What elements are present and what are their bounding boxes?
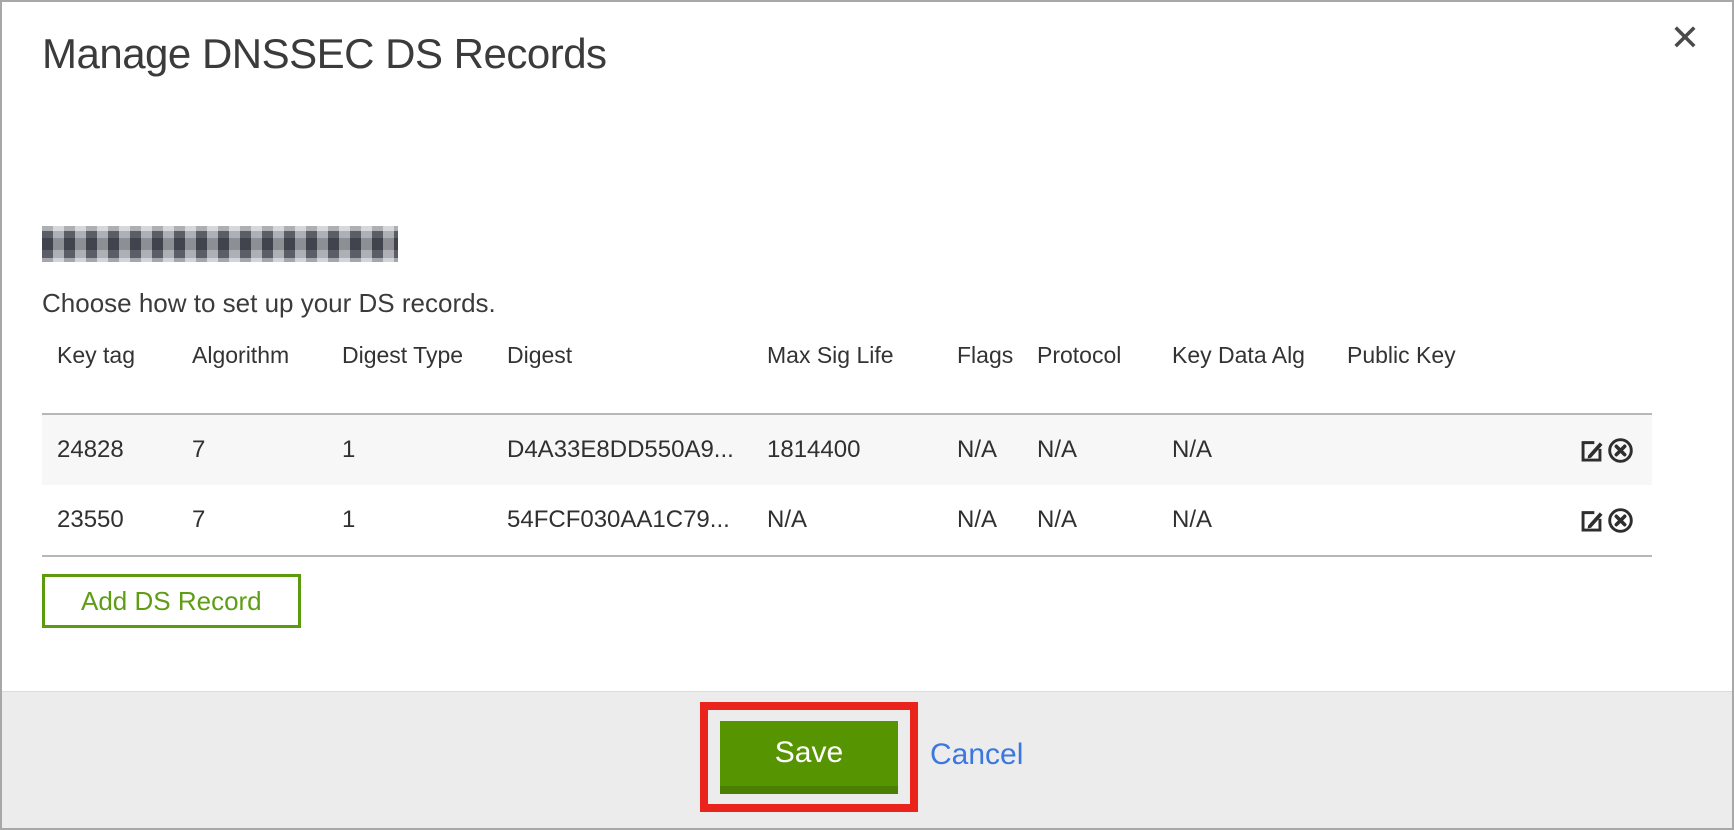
col-header-actions [1532, 332, 1652, 414]
cell-key-tag: 24828 [42, 414, 177, 485]
cell-key-data-alg: N/A [1157, 414, 1332, 485]
dialog-footer: Save Cancel [2, 691, 1732, 828]
cell-public-key [1332, 414, 1532, 485]
cell-public-key [1332, 485, 1532, 556]
page-title: Manage DNSSEC DS Records [42, 30, 607, 78]
redacted-domain-name [42, 226, 398, 262]
cell-digest-type: 1 [327, 414, 492, 485]
edit-icon[interactable] [1578, 437, 1605, 464]
add-ds-record-button[interactable]: Add DS Record [42, 574, 301, 628]
cell-protocol: N/A [1022, 414, 1157, 485]
cell-key-data-alg: N/A [1157, 485, 1332, 556]
delete-icon[interactable] [1607, 437, 1634, 464]
col-header-digest: Digest [492, 332, 752, 414]
dnssec-ds-records-dialog: Manage DNSSEC DS Records ✕ Choose how to… [0, 0, 1734, 830]
col-header-protocol: Protocol [1022, 332, 1157, 414]
col-header-key-data-alg: Key Data Alg [1157, 332, 1332, 414]
intro-text: Choose how to set up your DS records. [42, 288, 496, 319]
ds-records-table: Key tag Algorithm Digest Type Digest Max… [42, 332, 1652, 557]
edit-icon[interactable] [1578, 507, 1605, 534]
cell-key-tag: 23550 [42, 485, 177, 556]
col-header-digest-type: Digest Type [327, 332, 492, 414]
cell-algorithm: 7 [177, 414, 327, 485]
close-icon[interactable]: ✕ [1670, 20, 1700, 56]
table-row: 24828 7 1 D4A33E8DD550A9... 1814400 N/A … [42, 414, 1652, 485]
save-button-highlight-annotation: Save [700, 702, 918, 812]
table-row: 23550 7 1 54FCF030AA1C79... N/A N/A N/A … [42, 485, 1652, 556]
col-header-key-tag: Key tag [42, 332, 177, 414]
col-header-flags: Flags [942, 332, 1022, 414]
col-header-algorithm: Algorithm [177, 332, 327, 414]
col-header-public-key: Public Key [1332, 332, 1532, 414]
cell-max-sig-life: 1814400 [752, 414, 942, 485]
cell-algorithm: 7 [177, 485, 327, 556]
cell-flags: N/A [942, 414, 1022, 485]
cell-digest-type: 1 [327, 485, 492, 556]
cancel-link[interactable]: Cancel [930, 738, 1023, 772]
cell-flags: N/A [942, 485, 1022, 556]
cell-protocol: N/A [1022, 485, 1157, 556]
col-header-max-sig-life: Max Sig Life [752, 332, 942, 414]
save-button[interactable]: Save [720, 721, 898, 794]
cell-max-sig-life: N/A [752, 485, 942, 556]
cell-digest: D4A33E8DD550A9... [492, 414, 752, 485]
cell-digest: 54FCF030AA1C79... [492, 485, 752, 556]
delete-icon[interactable] [1607, 507, 1634, 534]
table-header-row: Key tag Algorithm Digest Type Digest Max… [42, 332, 1652, 414]
